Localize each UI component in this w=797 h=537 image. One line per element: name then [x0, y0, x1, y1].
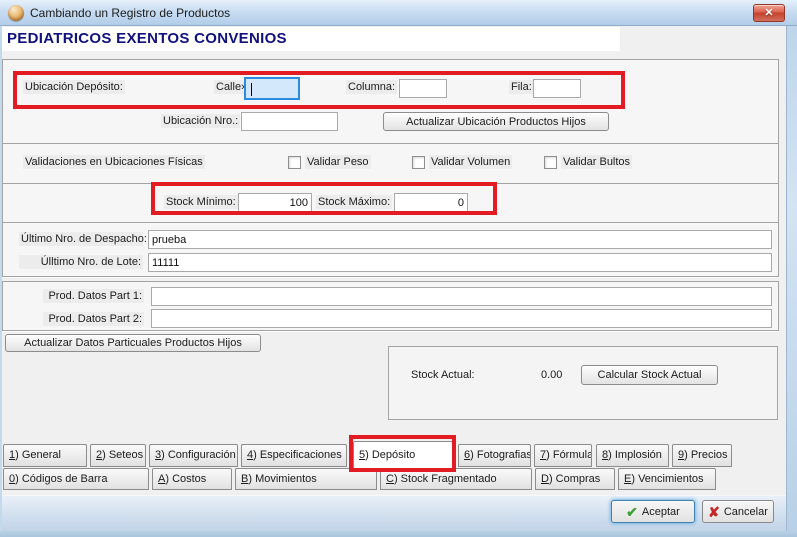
tab-8-implosion[interactable]: 8) Implosión — [596, 444, 669, 467]
app-icon — [8, 5, 24, 21]
datos-part2-label: Prod. Datos Part 2: — [43, 312, 144, 326]
tab-1-general[interactable]: 1) General — [3, 444, 87, 467]
ubicacion-deposito-label: Ubicación Depósito: — [23, 80, 125, 94]
group-stock-actual: Stock Actual: 0.00 Calcular Stock Actual — [388, 346, 778, 420]
calle-input[interactable] — [244, 77, 300, 100]
cancelar-button[interactable]: ✘ Cancelar — [702, 500, 774, 523]
actualizar-datos-particulares-button[interactable]: Actualizar Datos Particuales Productos H… — [5, 334, 261, 352]
ultimo-despacho-input[interactable] — [148, 230, 772, 249]
columna-label: Columna: — [346, 80, 397, 94]
fila-label: Fila: — [509, 80, 534, 94]
close-button[interactable]: ✕ — [753, 4, 785, 22]
fila-input[interactable] — [533, 79, 581, 98]
validar-volumen-checkbox[interactable] — [412, 156, 425, 169]
validar-volumen-label: Validar Volumen — [429, 155, 512, 169]
tab-c-stock-fragmentado[interactable]: C) Stock Fragmentado — [380, 468, 532, 490]
tab-e-vencimientos[interactable]: E) Vencimientos — [618, 468, 716, 490]
ultimo-lote-label: Úlltimo Nro. de Lote: — [19, 255, 143, 269]
record-header: PEDIATRICOS EXENTOS CONVENIOS — [2, 27, 620, 51]
group-ultimos: Último Nro. de Despacho: Úlltimo Nro. de… — [2, 222, 779, 277]
validar-peso-label: Validar Peso — [305, 155, 371, 169]
ubicacion-nro-label: Ubicación Nro.: — [161, 114, 240, 128]
ultimo-despacho-label: Último Nro. de Despacho: — [19, 232, 143, 246]
tab-7-formulas[interactable]: 7) Fórmulas — [534, 444, 592, 467]
ubicacion-nro-input[interactable] — [241, 112, 338, 131]
titlebar: Cambiando un Registro de Productos ✕ — [0, 0, 797, 26]
dialog-window: Cambiando un Registro de Productos ✕ PED… — [0, 0, 797, 537]
x-icon: ✘ — [708, 505, 720, 519]
group-validaciones: Validaciones en Ubicaciones Físicas Vali… — [2, 143, 779, 184]
check-icon: ✔ — [626, 505, 638, 519]
columna-input[interactable] — [399, 79, 447, 98]
aceptar-label: Aceptar — [642, 506, 680, 518]
tab-5-deposito[interactable]: 5) Depósito — [353, 441, 453, 468]
tab-4-especificaciones[interactable]: 4) Especificaciones — [241, 444, 347, 467]
actualizar-ubicacion-hijos-button[interactable]: Actualizar Ubicación Productos Hijos — [383, 112, 609, 131]
stock-maximo-label: Stock Máximo: — [316, 195, 392, 209]
tab-b-movimientos[interactable]: B) Movimientos — [235, 468, 377, 490]
ultimo-lote-input[interactable] — [148, 253, 772, 272]
tab-0-codigos-de-barra[interactable]: 0) Códigos de Barra — [3, 468, 149, 490]
validar-peso-checkbox[interactable] — [288, 156, 301, 169]
group-datos-particulares: Prod. Datos Part 1: Prod. Datos Part 2: — [2, 281, 779, 331]
stock-actual-label: Stock Actual: — [409, 368, 477, 382]
tab-d-compras[interactable]: D) Compras — [535, 468, 615, 490]
cancelar-label: Cancelar — [724, 506, 768, 518]
tab-a-costos[interactable]: A) Costos — [152, 468, 232, 490]
datos-part2-input[interactable] — [151, 309, 772, 328]
stock-minimo-label: Stock Mínimo: — [164, 195, 238, 209]
validar-bultos-label: Validar Bultos — [561, 155, 632, 169]
text-caret — [251, 83, 252, 96]
tab-9-precios[interactable]: 9) Precios — [672, 444, 732, 467]
datos-part1-label: Prod. Datos Part 1: — [43, 289, 144, 303]
tab-3-configuracion[interactable]: 3) Configuración — [149, 444, 238, 467]
close-icon: ✕ — [764, 7, 773, 19]
calcular-stock-actual-button[interactable]: Calcular Stock Actual — [581, 365, 718, 385]
record-title: PEDIATRICOS EXENTOS CONVENIOS — [7, 30, 287, 47]
datos-part1-input[interactable] — [151, 287, 772, 306]
validaciones-label: Validaciones en Ubicaciones Físicas — [23, 155, 205, 169]
stock-maximo-input[interactable] — [394, 193, 468, 212]
window-frame-right — [786, 26, 797, 537]
group-ubicacion: Ubicación Depósito: Calle» Columna: Fila… — [2, 59, 779, 144]
window-title: Cambiando un Registro de Productos — [30, 6, 230, 20]
validar-bultos-checkbox[interactable] — [544, 156, 557, 169]
tab-2-seteos[interactable]: 2) Seteos — [90, 444, 146, 467]
window-frame-bottom — [0, 531, 797, 537]
tab-6-fotografias[interactable]: 6) Fotografias — [458, 444, 531, 467]
aceptar-button[interactable]: ✔ Aceptar — [611, 500, 695, 523]
stock-actual-value: 0.00 — [539, 368, 564, 382]
group-stock-limits: Stock Mínimo: Stock Máximo: — [2, 183, 779, 223]
stock-minimo-input[interactable] — [238, 193, 312, 212]
